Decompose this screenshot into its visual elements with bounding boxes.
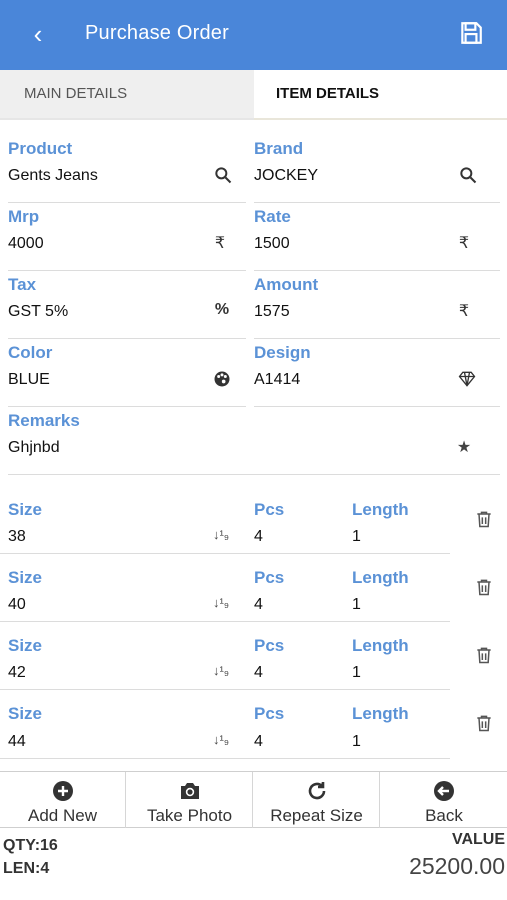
rate-value: 1500 <box>254 235 290 252</box>
remarks-label: Remarks <box>8 411 80 430</box>
take-photo-button[interactable]: Take Photo <box>127 772 253 828</box>
totals-panel: QTY:16 LEN:4 VALUE 25200.00 <box>0 829 507 900</box>
pcs-label: Pcs <box>254 568 285 587</box>
length-label: Length <box>352 500 409 519</box>
repeat-size-button[interactable]: Repeat Size <box>254 772 380 828</box>
trash-icon[interactable] <box>474 644 494 666</box>
remarks-value: Ghjnbd <box>8 439 60 456</box>
size-label: Size <box>8 500 43 519</box>
product-field[interactable]: Product Gents Jeans <box>8 139 246 203</box>
row-divider <box>0 689 450 690</box>
rate-label: Rate <box>254 207 291 226</box>
amount-field[interactable]: Amount 1575 ₹ <box>254 275 500 339</box>
add-new-button[interactable]: Add New <box>0 772 126 828</box>
row-divider <box>0 621 450 622</box>
length-label: Length <box>352 704 409 723</box>
size-label: Size <box>8 568 43 587</box>
mrp-value: 4000 <box>8 235 44 252</box>
mrp-field[interactable]: Mrp 4000 ₹ <box>8 207 246 271</box>
tab-bar: MAIN DETAILS ITEM DETAILS <box>0 70 507 120</box>
action-bar: Add New Take Photo Repeat Size Back <box>0 771 507 828</box>
tab-main-details[interactable]: MAIN DETAILS <box>0 70 254 120</box>
arrow-left-circle-icon <box>434 781 454 801</box>
amount-value: 1575 <box>254 303 290 320</box>
size-value[interactable]: 38 <box>8 528 26 546</box>
design-field[interactable]: Design A1414 <box>254 343 500 407</box>
amount-label: Amount <box>254 275 319 294</box>
add-new-label: Add New <box>28 806 97 825</box>
sort-numeric-icon[interactable]: ↓¹₉ <box>213 595 233 615</box>
repeat-size-label: Repeat Size <box>270 806 363 825</box>
sort-numeric-icon[interactable]: ↓¹₉ <box>213 732 233 752</box>
trash-icon[interactable] <box>474 712 494 734</box>
percent-icon: % <box>214 301 230 318</box>
redo-icon <box>308 782 325 800</box>
pcs-value[interactable]: 4 <box>254 596 263 614</box>
mrp-label: Mrp <box>8 207 40 226</box>
back-chevron-icon[interactable]: ‹ <box>26 20 50 48</box>
pcs-label: Pcs <box>254 704 285 723</box>
back-button[interactable]: Back <box>381 772 507 828</box>
len-total: LEN:4 <box>3 860 50 877</box>
value-total: 25200.00 <box>409 853 505 879</box>
color-value: BLUE <box>8 371 50 388</box>
tab-item-details[interactable]: ITEM DETAILS <box>254 70 507 120</box>
tax-label: Tax <box>8 275 37 294</box>
pcs-label: Pcs <box>254 636 285 655</box>
sort-numeric-icon[interactable]: ↓¹₉ <box>213 527 233 547</box>
length-value[interactable]: 1 <box>352 664 361 682</box>
row-divider <box>0 758 450 759</box>
save-icon[interactable] <box>458 20 484 46</box>
qty-total: QTY:16 <box>3 837 58 854</box>
pcs-value[interactable]: 4 <box>254 664 263 682</box>
product-value: Gents Jeans <box>8 167 98 184</box>
sort-numeric-icon[interactable]: ↓¹₉ <box>213 663 233 683</box>
trash-icon[interactable] <box>474 576 494 598</box>
diamond-icon[interactable] <box>457 369 477 389</box>
product-label: Product <box>8 139 73 158</box>
remarks-field[interactable]: Remarks Ghjnbd ★ <box>8 411 500 475</box>
tax-field[interactable]: Tax GST 5% % <box>8 275 246 339</box>
brand-field[interactable]: Brand JOCKEY <box>254 139 500 203</box>
brand-label: Brand <box>254 139 304 158</box>
rate-field[interactable]: Rate 1500 ₹ <box>254 207 500 271</box>
app-bar: ‹ Purchase Order <box>0 0 507 70</box>
tax-value: GST 5% <box>8 303 69 320</box>
value-label: VALUE <box>451 831 505 848</box>
row-divider <box>0 553 450 554</box>
size-value[interactable]: 44 <box>8 733 26 751</box>
back-label: Back <box>425 806 463 825</box>
color-label: Color <box>8 343 53 362</box>
trash-icon[interactable] <box>474 508 494 530</box>
size-value[interactable]: 42 <box>8 664 26 682</box>
color-field[interactable]: Color BLUE <box>8 343 246 407</box>
plus-circle-icon <box>52 781 73 801</box>
search-icon[interactable] <box>213 165 233 185</box>
palette-icon[interactable] <box>212 369 232 389</box>
take-photo-label: Take Photo <box>146 806 233 825</box>
length-label: Length <box>352 568 409 587</box>
size-label: Size <box>8 704 43 723</box>
length-value[interactable]: 1 <box>352 733 361 751</box>
pcs-value[interactable]: 4 <box>254 733 263 751</box>
rupee-icon: ₹ <box>458 235 470 252</box>
size-value[interactable]: 40 <box>8 596 26 614</box>
length-value[interactable]: 1 <box>352 596 361 614</box>
rupee-icon: ₹ <box>214 235 226 252</box>
design-value: A1414 <box>254 371 301 388</box>
pcs-label: Pcs <box>254 500 285 519</box>
design-label: Design <box>254 343 311 362</box>
star-icon: ★ <box>456 439 472 456</box>
length-label: Length <box>352 636 409 655</box>
length-value[interactable]: 1 <box>352 528 361 546</box>
search-icon[interactable] <box>458 165 478 185</box>
size-label: Size <box>8 636 43 655</box>
brand-value: JOCKEY <box>254 167 319 184</box>
rupee-icon: ₹ <box>458 303 470 320</box>
pcs-value[interactable]: 4 <box>254 528 263 546</box>
camera-icon <box>180 783 199 799</box>
page-title: Purchase Order <box>85 22 229 44</box>
